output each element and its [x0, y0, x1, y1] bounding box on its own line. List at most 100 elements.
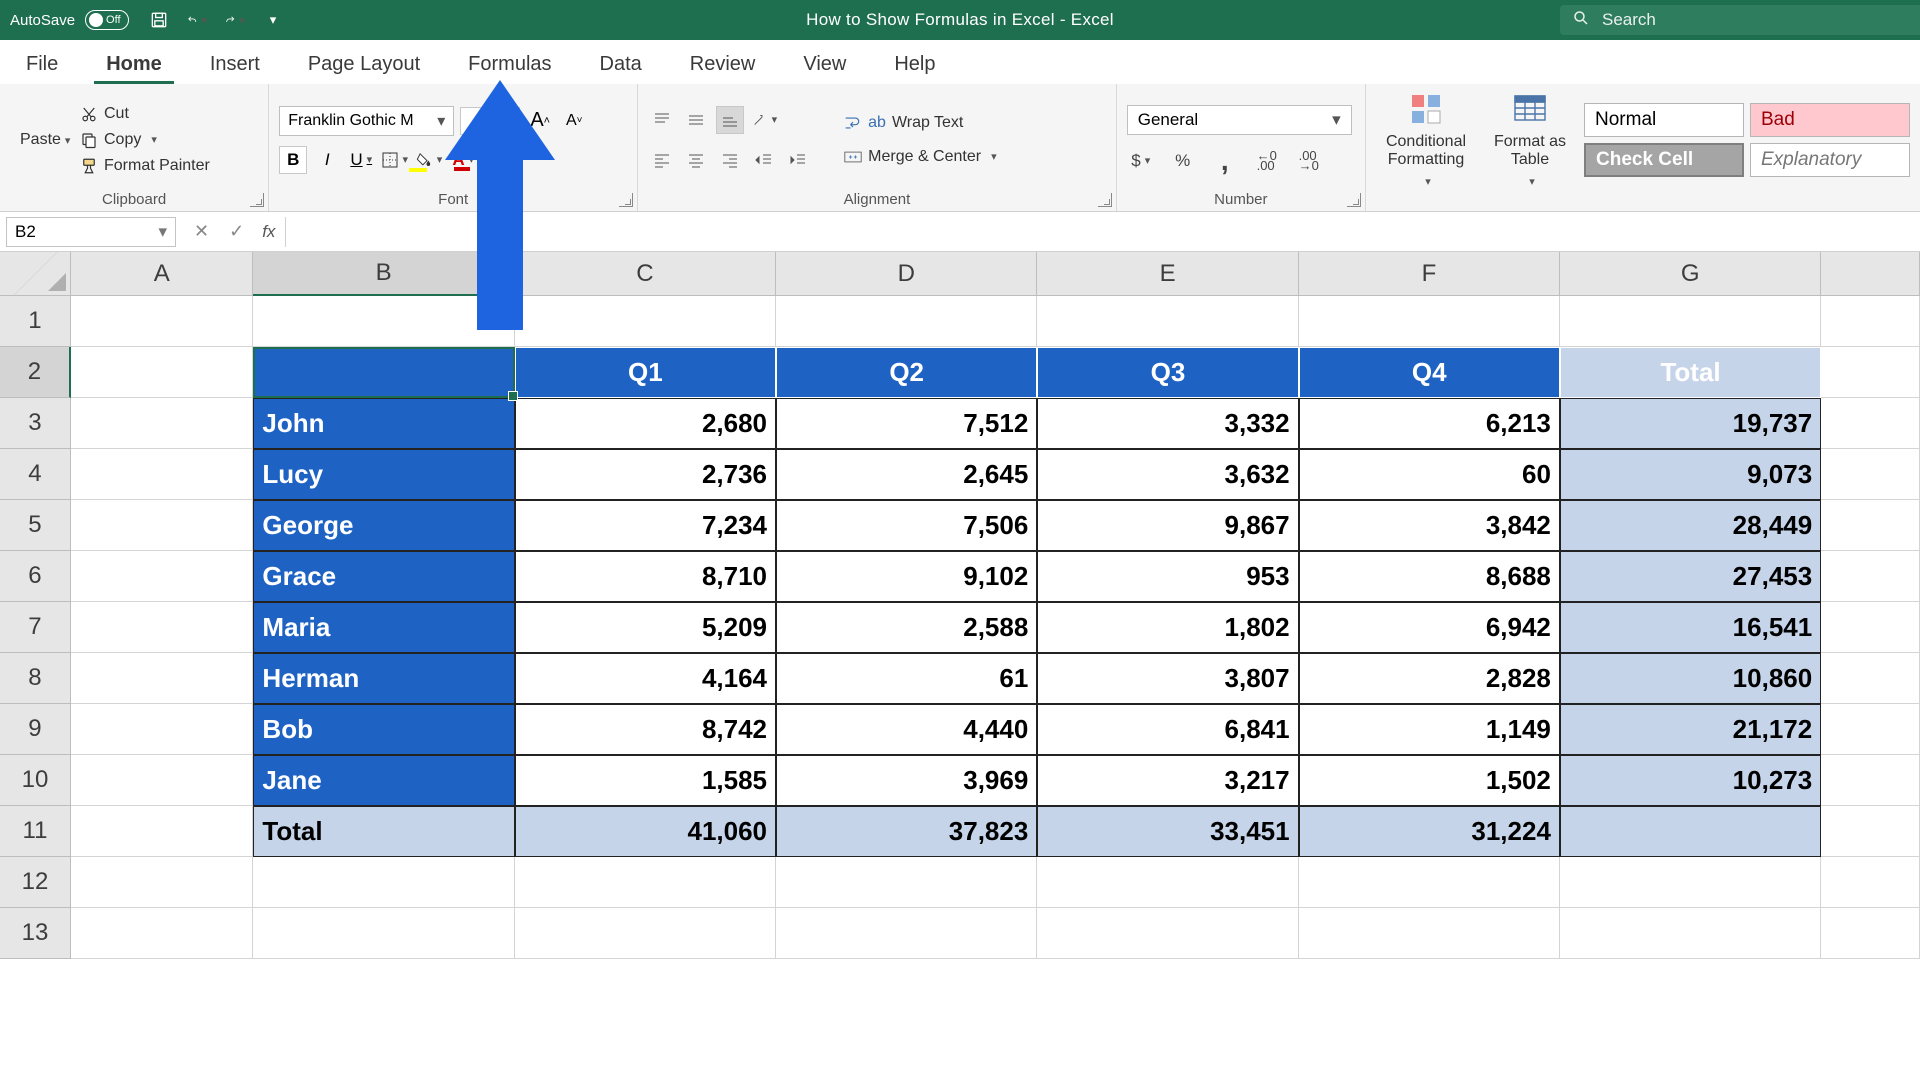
row-header[interactable]: 11	[0, 806, 71, 857]
cell[interactable]: John	[253, 398, 514, 449]
cell[interactable]	[1821, 602, 1920, 653]
copy-button[interactable]: Copy	[76, 129, 214, 151]
fx-icon[interactable]: fx	[262, 222, 275, 242]
italic-button[interactable]: I	[313, 146, 341, 174]
cell[interactable]	[515, 908, 776, 959]
cell[interactable]: 5,209	[515, 602, 776, 653]
cell[interactable]: 3,807	[1037, 653, 1298, 704]
cell[interactable]	[253, 857, 514, 908]
cell[interactable]	[253, 908, 514, 959]
row-header[interactable]: 4	[0, 449, 71, 500]
style-normal[interactable]: Normal	[1584, 103, 1744, 137]
cell[interactable]	[71, 857, 254, 908]
cell[interactable]	[1821, 398, 1920, 449]
col-header-D[interactable]: D	[776, 252, 1037, 296]
cell[interactable]: 7,512	[776, 398, 1037, 449]
cell[interactable]	[1037, 908, 1298, 959]
cell[interactable]: 3,842	[1299, 500, 1560, 551]
conditional-formatting-button[interactable]: Conditional Formatting	[1376, 90, 1476, 189]
cell[interactable]: 2,645	[776, 449, 1037, 500]
decrease-font-icon[interactable]: A˅	[560, 107, 588, 135]
row-header[interactable]: 9	[0, 704, 71, 755]
cell[interactable]	[1037, 296, 1298, 347]
cell[interactable]	[1037, 857, 1298, 908]
cell[interactable]: 953	[1037, 551, 1298, 602]
font-name-picker[interactable]: Franklin Gothic M	[279, 106, 454, 136]
cell[interactable]: 16,541	[1560, 602, 1821, 653]
merge-center-button[interactable]: Merge & Center	[840, 146, 1000, 168]
select-all-corner[interactable]	[0, 252, 71, 296]
col-header-B[interactable]: B	[253, 252, 514, 296]
tab-page-layout[interactable]: Page Layout	[296, 45, 432, 84]
increase-font-icon[interactable]: A˄	[526, 107, 554, 135]
cell[interactable]: 33,451	[1037, 806, 1298, 857]
cell[interactable]: 8,710	[515, 551, 776, 602]
name-box[interactable]: B2	[6, 217, 176, 247]
row-header[interactable]: 3	[0, 398, 71, 449]
style-bad[interactable]: Bad	[1750, 103, 1910, 137]
cell[interactable]: 21,172	[1560, 704, 1821, 755]
cell[interactable]: Q1	[515, 347, 776, 398]
autosave-toggle[interactable]: Off	[85, 10, 129, 30]
row-header[interactable]: 5	[0, 500, 71, 551]
cell[interactable]: 2,828	[1299, 653, 1560, 704]
row-header[interactable]: 8	[0, 653, 71, 704]
align-middle-icon[interactable]	[682, 106, 710, 134]
cell[interactable]: 7,234	[515, 500, 776, 551]
cell[interactable]	[1821, 857, 1920, 908]
cell[interactable]: 1,802	[1037, 602, 1298, 653]
cut-button[interactable]: Cut	[76, 103, 214, 125]
col-header-F[interactable]: F	[1299, 252, 1560, 296]
cell[interactable]: 6,942	[1299, 602, 1560, 653]
cell[interactable]	[71, 296, 254, 347]
cell[interactable]: Q3	[1037, 347, 1298, 398]
cell[interactable]: 1,585	[515, 755, 776, 806]
cell[interactable]	[1560, 806, 1821, 857]
cell[interactable]	[71, 806, 253, 857]
cell[interactable]: 2,736	[515, 449, 776, 500]
cell[interactable]	[1821, 704, 1920, 755]
increase-decimal-icon[interactable]: ←0.00	[1253, 147, 1281, 175]
format-painter-button[interactable]: Format Painter	[76, 155, 214, 177]
font-size-picker[interactable]: ▾	[460, 107, 520, 135]
tab-insert[interactable]: Insert	[198, 45, 272, 84]
cell[interactable]: Herman	[253, 653, 514, 704]
cell[interactable]: Bob	[253, 704, 514, 755]
enter-formula-icon[interactable]: ✓	[229, 221, 244, 242]
style-check-cell[interactable]: Check Cell	[1584, 143, 1744, 177]
cell[interactable]	[71, 602, 253, 653]
spreadsheet-grid[interactable]: A B C D E F G 12Q1Q2Q3Q4Total3John2,6807…	[0, 252, 1920, 959]
cell[interactable]	[1560, 908, 1821, 959]
cell[interactable]	[1821, 449, 1920, 500]
cell[interactable]: 3,217	[1037, 755, 1298, 806]
wrap-text-button[interactable]: ab Wrap Text	[840, 112, 1000, 134]
row-header[interactable]: 7	[0, 602, 71, 653]
cell[interactable]	[71, 908, 254, 959]
col-header-C[interactable]: C	[515, 252, 776, 296]
cell[interactable]: 1,149	[1299, 704, 1560, 755]
cell[interactable]	[1821, 296, 1920, 347]
cell[interactable]	[776, 908, 1037, 959]
cell[interactable]: 2,588	[776, 602, 1037, 653]
align-bottom-icon[interactable]	[716, 106, 744, 134]
fill-color-button[interactable]	[415, 146, 443, 174]
search-input[interactable]	[1602, 10, 1908, 30]
cell[interactable]: Lucy	[253, 449, 514, 500]
tab-view[interactable]: View	[791, 45, 858, 84]
font-color-button[interactable]: A	[449, 146, 477, 174]
row-header[interactable]: 12	[0, 857, 71, 908]
cell[interactable]: 19,737	[1560, 398, 1821, 449]
orientation-icon[interactable]	[750, 106, 778, 134]
align-right-icon[interactable]	[716, 146, 744, 174]
cell[interactable]: Maria	[253, 602, 514, 653]
cell[interactable]: 31,224	[1299, 806, 1560, 857]
decrease-indent-icon[interactable]	[750, 146, 778, 174]
cell[interactable]	[71, 653, 253, 704]
cell[interactable]	[515, 857, 776, 908]
cell[interactable]: 28,449	[1560, 500, 1821, 551]
cell[interactable]	[1560, 296, 1821, 347]
cell[interactable]	[1299, 296, 1560, 347]
align-left-icon[interactable]	[648, 146, 676, 174]
search-box[interactable]	[1560, 5, 1920, 35]
align-center-icon[interactable]	[682, 146, 710, 174]
